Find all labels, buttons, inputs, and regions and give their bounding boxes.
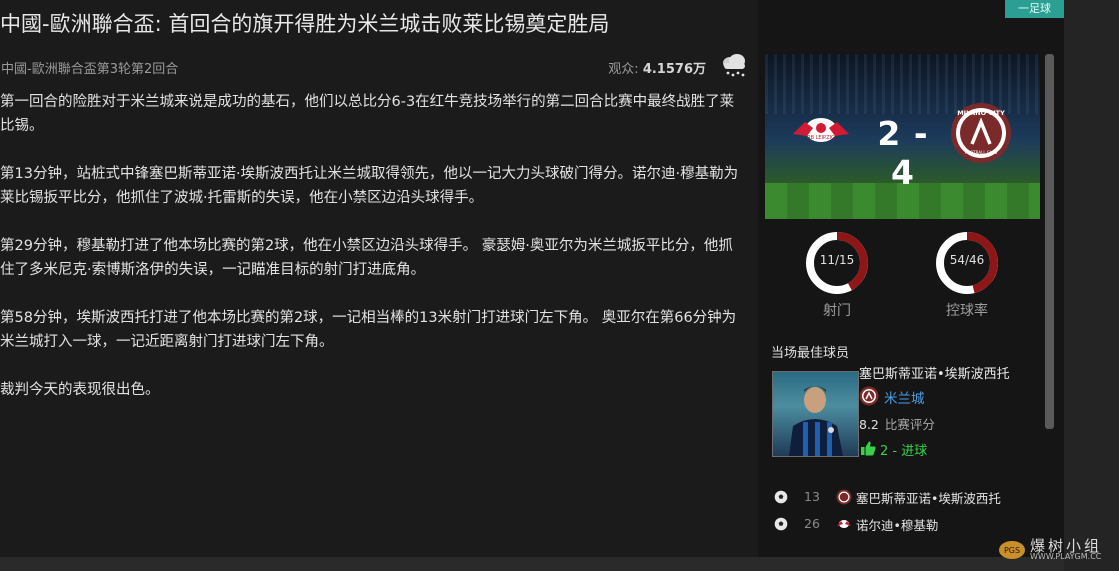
motm-club-link[interactable]: 米兰城 <box>884 387 925 407</box>
possession-ring: 54/46 <box>934 230 1000 296</box>
milano-city-crest-icon: MILANO CITY FOOTBALL CLUB <box>951 103 1011 163</box>
paragraph: 第13分钟，站桩式中锋塞巴斯蒂亚诺·埃斯波西托让米兰城取得领先，他以一记大力头球… <box>0 166 739 206</box>
paragraph: 第58分钟，埃斯波西托打进了他本场比赛的第2球，一记相当棒的13米射门打进球门左… <box>0 310 737 350</box>
thumbs-up-icon <box>861 441 876 456</box>
rating-label: 比赛评分 <box>884 417 935 432</box>
svg-text:FOOTBALL CLUB: FOOTBALL CLUB <box>965 150 998 155</box>
svg-text:MILANO CITY: MILANO CITY <box>957 109 1005 117</box>
milano-city-badge-icon <box>859 386 879 406</box>
paragraph: 第29分钟，穆基勒打进了他本场比赛的第2球，他在小禁区边沿头球得手。 豪瑟姆·奥… <box>0 238 733 278</box>
possession-label: 控球率 <box>946 303 988 319</box>
site-watermark: PGS 爆树小组 WWW.PLAYGM.CC <box>996 536 1114 564</box>
league-round: 中國-歐洲聯合盃第3轮第2回合 <box>1 62 179 77</box>
event-player[interactable]: 塞巴斯蒂亚诺•埃斯波西托 <box>856 488 1001 507</box>
score-away: 4 <box>891 153 915 192</box>
scoreboard: RB LEIPZIG 2 - 4 MILANO CITY FOOTBALL CL… <box>765 54 1040 219</box>
weather-snow-cloud-icon <box>723 54 745 77</box>
article-title: 中國-歐洲聯合盃: 首回合的旗开得胜为米兰城击败莱比锡奠定胜局 <box>0 12 610 36</box>
score-home: 2 <box>877 114 902 153</box>
category-tag[interactable]: 一足球 <box>1005 0 1064 18</box>
motm-goals: 2 - 进球 <box>880 444 928 459</box>
goal-event: 13 塞巴斯蒂亚诺•埃斯波西托 <box>758 486 1064 508</box>
rb-leipzig-crest-icon: RB LEIPZIG <box>793 118 849 142</box>
soccer-ball-icon <box>774 490 788 504</box>
soccer-ball-icon <box>774 517 788 531</box>
views-value: 4.1576万 <box>642 62 706 77</box>
shots-value: 11/15 <box>819 253 855 267</box>
event-minute: 13 <box>804 489 820 504</box>
svg-text:PGS: PGS <box>1004 546 1020 555</box>
article: 中國-歐洲聯合盃: 首回合的旗开得胜为米兰城击败莱比锡奠定胜局 中國-歐洲聯合盃… <box>0 0 758 571</box>
views-label: 观众: <box>608 62 639 77</box>
motm-player-name[interactable]: 塞巴斯蒂亚诺•埃斯波西托 <box>859 363 1010 382</box>
final-score: 2 - 4 <box>861 114 945 192</box>
match-sidebar: RB LEIPZIG 2 - 4 MILANO CITY FOOTBALL CL… <box>758 0 1064 571</box>
article-body: 第一回合的险胜对于米兰城来说是成功的基石，他们以总比分6-3在红牛竞技场举行的第… <box>0 90 746 426</box>
score-separator: - <box>913 114 929 153</box>
event-minute: 26 <box>804 516 820 531</box>
player-photo[interactable] <box>772 371 859 457</box>
watermark-url: WWW.PLAYGM.CC <box>1030 552 1102 561</box>
possession-value: 54/46 <box>949 253 985 267</box>
sidebar-scrollbar[interactable] <box>1045 54 1054 429</box>
rb-leipzig-badge-icon <box>837 520 851 528</box>
milano-city-badge-icon <box>836 489 852 505</box>
article-meta: 中國-歐洲聯合盃第3轮第2回合 观众: 4.1576万 <box>0 54 748 78</box>
bottom-strip <box>0 557 1064 571</box>
motm-rating: 8.2 比赛评分 <box>859 414 935 433</box>
goal-event: 26 诺尔迪•穆基勒 <box>758 513 1064 535</box>
motm-title: 当场最佳球员 <box>771 346 850 361</box>
watermark-logo-icon: PGS <box>999 541 1025 559</box>
paragraph: 第一回合的险胜对于米兰城来说是成功的基石，他们以总比分6-3在红牛竞技场举行的第… <box>0 94 735 134</box>
paragraph: 裁判今天的表现很出色。 <box>0 382 160 398</box>
player-silhouette-icon <box>789 386 843 456</box>
event-player[interactable]: 诺尔迪•穆基勒 <box>856 515 938 534</box>
rating-value: 8.2 <box>859 417 879 432</box>
shots-label: 射门 <box>823 303 851 319</box>
shots-ring: 11/15 <box>804 230 870 296</box>
right-gutter <box>1064 0 1119 571</box>
svg-text:RB LEIPZIG: RB LEIPZIG <box>807 135 835 141</box>
view-count: 观众: 4.1576万 <box>608 58 706 77</box>
